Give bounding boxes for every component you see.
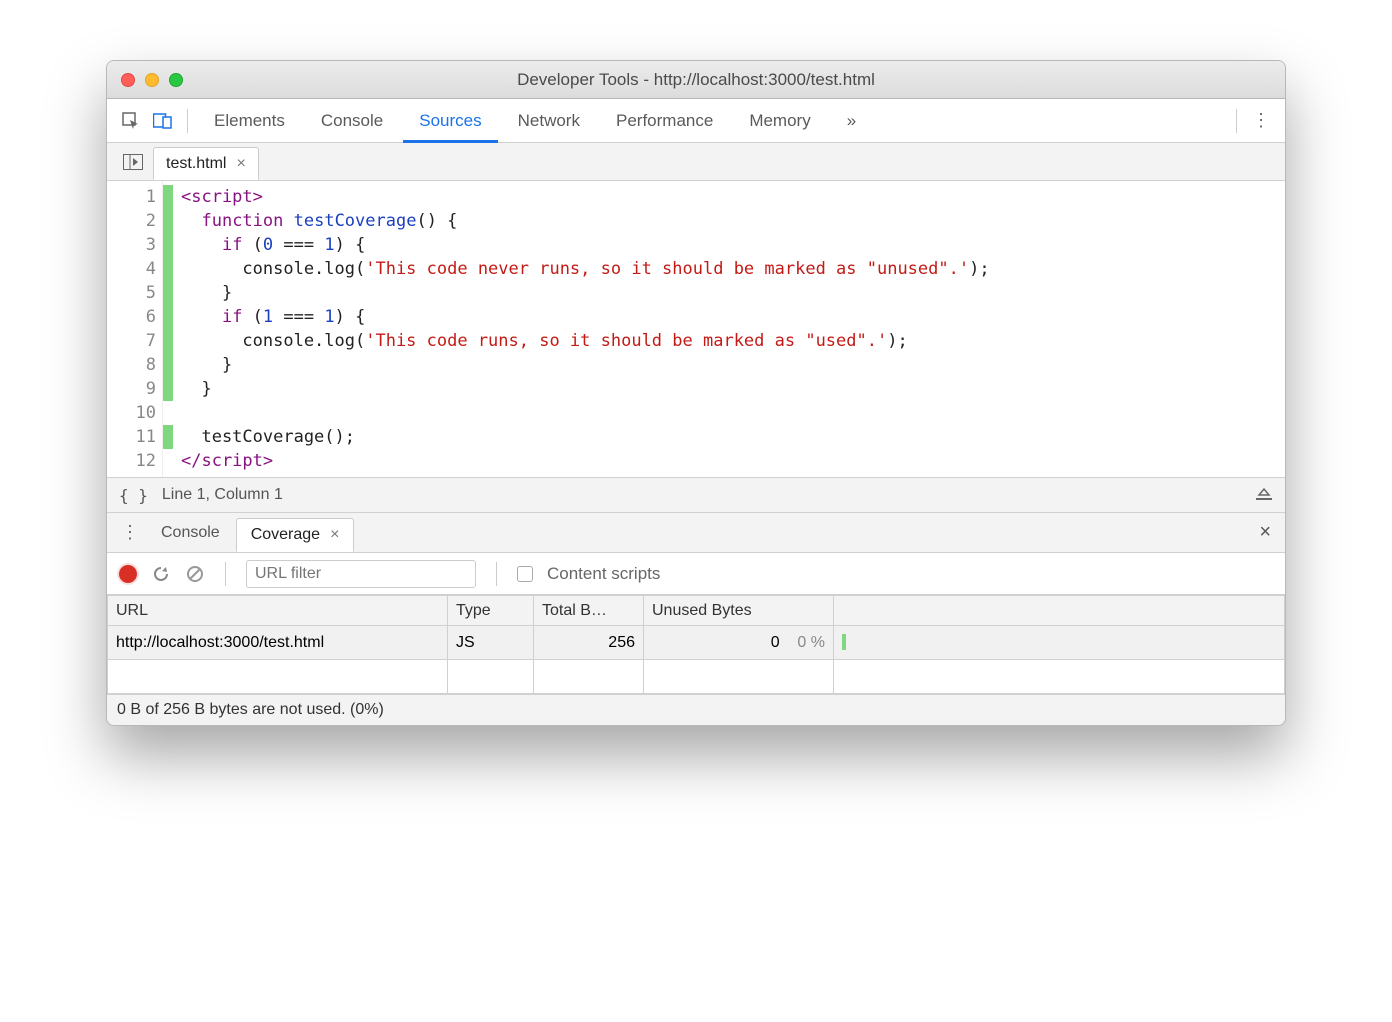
editor-status-bar: { } Line 1, Column 1 xyxy=(107,477,1285,513)
tab-elements[interactable]: Elements xyxy=(198,99,301,143)
drawer-tab-label: Coverage xyxy=(251,526,320,544)
show-navigator-icon[interactable] xyxy=(113,143,153,180)
content-scripts-checkbox[interactable] xyxy=(517,566,533,582)
col-unused-bytes[interactable]: Unused Bytes xyxy=(644,596,834,626)
device-toolbar-icon[interactable] xyxy=(149,107,177,135)
titlebar: Developer Tools - http://localhost:3000/… xyxy=(107,61,1285,99)
window-title: Developer Tools - http://localhost:3000/… xyxy=(107,70,1285,90)
inspect-element-icon[interactable] xyxy=(117,107,145,135)
reload-icon[interactable] xyxy=(151,564,171,584)
drawer-tab-bar: ⋮ Console Coverage × × xyxy=(107,513,1285,553)
col-bar[interactable] xyxy=(834,596,1285,626)
file-tab-label: test.html xyxy=(166,155,226,173)
coverage-gutter xyxy=(163,181,173,477)
separator xyxy=(187,109,188,133)
settings-menu-icon[interactable]: ⋮ xyxy=(1247,110,1275,131)
drawer-menu-icon[interactable]: ⋮ xyxy=(115,513,145,552)
coverage-summary: 0 B of 256 B bytes are not used. (0%) xyxy=(107,694,1285,725)
separator xyxy=(225,562,226,586)
cell-type: JS xyxy=(448,626,534,660)
tab-performance[interactable]: Performance xyxy=(600,99,729,143)
tab-console[interactable]: Console xyxy=(305,99,399,143)
cell-url: http://localhost:3000/test.html xyxy=(108,626,448,660)
unused-pct: 0 % xyxy=(797,634,825,651)
clear-icon[interactable] xyxy=(185,564,205,584)
pretty-print-icon[interactable]: { } xyxy=(119,486,148,505)
col-url[interactable]: URL xyxy=(108,596,448,626)
col-total-bytes[interactable]: Total B… xyxy=(534,596,644,626)
file-tab-test-html[interactable]: test.html × xyxy=(153,147,259,180)
drawer-tab-console[interactable]: Console xyxy=(147,513,234,552)
cursor-position: Line 1, Column 1 xyxy=(162,486,283,504)
record-button[interactable] xyxy=(119,565,137,583)
file-tab-strip: test.html × xyxy=(107,143,1285,181)
close-tab-icon[interactable]: × xyxy=(236,155,245,173)
close-drawer-icon[interactable]: × xyxy=(1245,513,1285,552)
unused-value: 0 xyxy=(771,634,780,651)
separator xyxy=(1236,109,1237,133)
close-drawer-tab-icon[interactable]: × xyxy=(330,526,339,544)
tab-network[interactable]: Network xyxy=(502,99,596,143)
tab-sources[interactable]: Sources xyxy=(403,99,497,143)
cell-unused: 0 0 % xyxy=(644,626,834,660)
coverage-table: URL Type Total B… Unused Bytes http://lo… xyxy=(107,595,1285,694)
cell-total: 256 xyxy=(534,626,644,660)
content-scripts-label: Content scripts xyxy=(547,564,660,584)
table-row xyxy=(108,660,1285,694)
line-gutter: 123456789101112 xyxy=(107,181,163,477)
col-type[interactable]: Type xyxy=(448,596,534,626)
collapse-drawer-icon[interactable] xyxy=(1255,486,1273,504)
tab-memory[interactable]: Memory xyxy=(733,99,826,143)
usage-bar xyxy=(842,634,846,650)
tabs-overflow[interactable]: » xyxy=(831,99,872,143)
drawer-tab-coverage[interactable]: Coverage × xyxy=(236,518,355,552)
table-header-row: URL Type Total B… Unused Bytes xyxy=(108,596,1285,626)
cell-bar xyxy=(834,626,1285,660)
table-row[interactable]: http://localhost:3000/test.html JS 256 0… xyxy=(108,626,1285,660)
coverage-toolbar: Content scripts xyxy=(107,553,1285,595)
devtools-window: Developer Tools - http://localhost:3000/… xyxy=(106,60,1286,726)
code-editor[interactable]: 123456789101112 <script> function testCo… xyxy=(107,181,1285,477)
url-filter-input[interactable] xyxy=(246,560,476,588)
separator xyxy=(496,562,497,586)
main-tab-bar: Elements Console Sources Network Perform… xyxy=(107,99,1285,143)
code-content[interactable]: <script> function testCoverage() { if (0… xyxy=(173,181,998,477)
